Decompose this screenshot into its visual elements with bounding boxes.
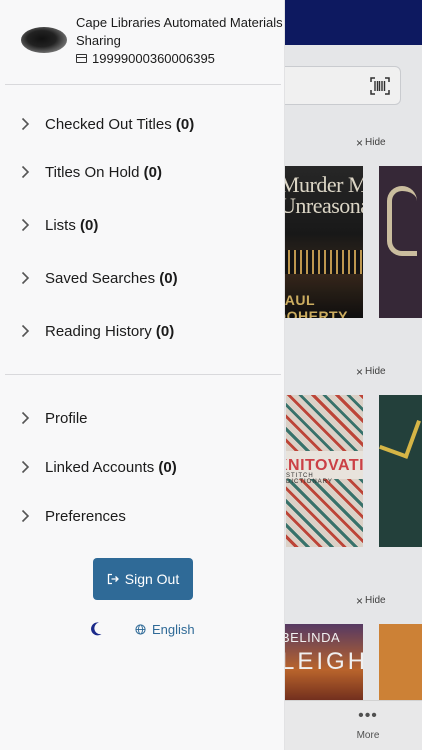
menu-label: Saved Searches — [45, 269, 156, 287]
moon-icon[interactable] — [89, 621, 103, 637]
sign-out-icon — [107, 573, 119, 585]
menu-linked-accounts[interactable]: Linked Accounts (0) — [0, 449, 285, 485]
menu-count: (0) — [158, 458, 177, 476]
sign-out-label: Sign Out — [124, 571, 180, 587]
chevron-right-icon — [20, 271, 30, 285]
menu-checked-out-titles[interactable]: Checked Out Titles (0) — [0, 106, 285, 142]
divider-middle — [5, 374, 281, 375]
menu-titles-on-hold[interactable]: Titles On Hold (0) — [0, 154, 285, 190]
menu-profile[interactable]: Profile — [0, 400, 285, 436]
menu-count: (0) — [80, 216, 99, 234]
menu-label: Reading History — [45, 322, 152, 340]
menu-label: Titles On Hold — [45, 163, 140, 181]
account-name: Cape Libraries Automated Materials Shari… — [76, 15, 283, 48]
language-selector[interactable]: English — [135, 622, 195, 637]
menu-count: (0) — [155, 322, 175, 340]
library-avatar — [21, 27, 67, 53]
menu-label: Checked Out Titles — [45, 115, 172, 133]
chevron-right-icon — [20, 165, 30, 179]
menu-label: Profile — [45, 409, 88, 427]
menu-label: Linked Accounts — [45, 458, 155, 476]
menu-count: (0) — [175, 115, 195, 133]
menu-preferences[interactable]: Preferences — [0, 498, 285, 534]
globe-icon — [135, 624, 146, 635]
menu-saved-searches[interactable]: Saved Searches (0) — [0, 260, 285, 296]
menu-lists[interactable]: Lists (0) — [0, 207, 285, 243]
menu-label: Preferences — [45, 507, 126, 525]
divider-top — [5, 84, 281, 85]
chevron-right-icon — [20, 509, 30, 523]
menu-count: (0) — [159, 269, 178, 287]
menu-reading-history[interactable]: Reading History (0) — [0, 313, 285, 349]
chevron-right-icon — [20, 460, 30, 474]
card-icon — [76, 54, 87, 63]
chevron-right-icon — [20, 411, 30, 425]
language-label: English — [152, 622, 195, 637]
card-number: 19999000360006395 — [92, 51, 215, 66]
menu-label: Lists — [45, 216, 76, 234]
account-card: 19999000360006395 — [76, 51, 215, 66]
sign-out-button[interactable]: Sign Out — [93, 558, 193, 600]
menu-count: (0) — [143, 163, 162, 181]
chevron-right-icon — [20, 324, 30, 338]
chevron-right-icon — [20, 117, 30, 131]
account-drawer: Cape Libraries Automated Materials Shari… — [0, 0, 285, 750]
chevron-right-icon — [20, 218, 30, 232]
